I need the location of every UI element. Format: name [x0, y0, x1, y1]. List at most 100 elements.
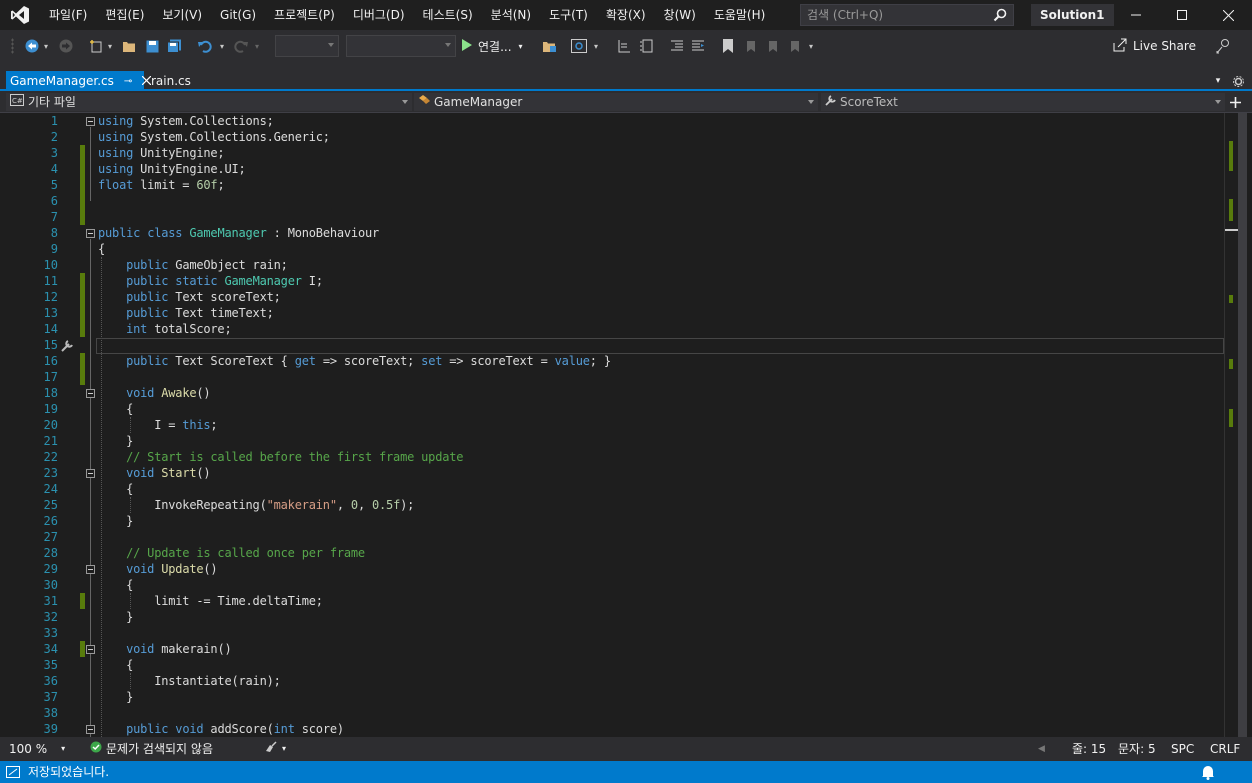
start-debugging-button[interactable]: 연결... ▾: [462, 35, 523, 57]
bookmark-icon[interactable]: [720, 37, 736, 55]
class-dropdown[interactable]: GameManager: [414, 93, 818, 111]
zoom-dropdown[interactable]: 100 % ▾: [9, 737, 67, 761]
forward-icon[interactable]: [58, 37, 74, 55]
tab-gamemanager-cs[interactable]: GameManager.cs ⊸: [6, 71, 152, 91]
back-dropdown-icon[interactable]: ▾: [42, 37, 50, 55]
code-line: public Text ScoreText { get => scoreText…: [126, 354, 611, 368]
code-editor[interactable]: 1 2 3 4 5 6 7 8 9 10 11 12 13 14 15 16 17 18 19 20 21 22 23 24 2…: [0, 113, 1252, 737]
next-bookmark-icon[interactable]: [764, 37, 780, 55]
collapse-toggle[interactable]: [86, 725, 95, 734]
menu-item-8[interactable]: 도구(T): [540, 0, 597, 30]
collapse-toggle[interactable]: [86, 469, 95, 478]
solution-name[interactable]: Solution1: [1031, 4, 1114, 26]
outdent-icon[interactable]: [669, 37, 685, 55]
undo-icon[interactable]: [197, 37, 213, 55]
new-project-icon[interactable]: [88, 37, 104, 55]
line-number: 2: [50, 130, 58, 144]
undo-dropdown-icon[interactable]: ▾: [218, 37, 226, 55]
line-number: 38: [43, 706, 58, 720]
search-placeholder: 검색 (Ctrl+Q): [807, 8, 884, 22]
new-dropdown-icon[interactable]: ▾: [106, 37, 114, 55]
column-indicator[interactable]: 문자: 5: [1118, 737, 1156, 761]
toolbar-grip[interactable]: [11, 38, 14, 54]
collapse-toggle[interactable]: [86, 229, 95, 238]
csharp-file-icon: C#: [10, 93, 24, 111]
search-input[interactable]: 검색 (Ctrl+Q): [800, 4, 1014, 26]
menu-item-5[interactable]: 디버그(D): [344, 0, 414, 30]
redo-dropdown-icon[interactable]: ▾: [253, 37, 261, 55]
solution-explorer-icon[interactable]: [541, 37, 559, 55]
platform-dropdown[interactable]: [346, 35, 456, 57]
menu-item-1[interactable]: 편집(E): [96, 0, 153, 30]
collapse-toggle[interactable]: [86, 565, 95, 574]
back-icon[interactable]: [24, 37, 40, 55]
line-indicator[interactable]: 줄: 15: [1072, 737, 1106, 761]
menu-item-6[interactable]: 테스트(S): [414, 0, 482, 30]
indent-icon[interactable]: [690, 37, 706, 55]
quick-action-icon[interactable]: [60, 339, 76, 356]
configuration-dropdown[interactable]: [275, 35, 339, 57]
visual-studio-logo-icon[interactable]: [0, 0, 40, 30]
feedback-icon[interactable]: [1214, 37, 1232, 55]
line-number: 24: [43, 482, 58, 496]
collapse-toggle[interactable]: [86, 389, 95, 398]
zoom-label: 100 %: [9, 742, 48, 756]
format-document-icon[interactable]: [638, 37, 654, 55]
whitespace-indicator[interactable]: SPC: [1171, 737, 1194, 761]
code-line: {: [98, 482, 134, 496]
toolbar-overflow-icon[interactable]: ▾: [806, 37, 816, 55]
menu-item-2[interactable]: 보기(V): [153, 0, 211, 30]
save-icon[interactable]: [144, 37, 160, 55]
step-into-icon[interactable]: [616, 37, 632, 55]
code-cleanup-button[interactable]: ▾: [264, 737, 286, 761]
code-line: void Start(): [126, 466, 211, 480]
toolbar: ▾ ▾ ▾ ▾ 연결... ▾ ▾ ▾ Live Share: [0, 30, 1252, 62]
project-dropdown[interactable]: C# 기타 파일: [6, 93, 412, 111]
menu-item-0[interactable]: 파일(F): [40, 0, 96, 30]
maximize-button[interactable]: [1159, 0, 1205, 30]
code-line: using System.Collections.Generic;: [98, 130, 330, 144]
code-line: {: [98, 658, 134, 672]
prev-bookmark-icon[interactable]: [742, 37, 758, 55]
minimize-button[interactable]: [1113, 0, 1159, 30]
settings-gear-icon[interactable]: [1232, 72, 1244, 90]
notifications-bell-icon[interactable]: [1201, 764, 1215, 783]
vertical-scrollbar[interactable]: [1224, 113, 1252, 737]
issues-indicator[interactable]: 문제가 검색되지 않음: [90, 737, 213, 761]
menu-item-10[interactable]: 창(W): [655, 0, 705, 30]
status-bar: 저장되었습니다.: [0, 761, 1252, 783]
code-line: Instantiate(rain);: [98, 674, 281, 688]
menu-item-7[interactable]: 분석(N): [482, 0, 540, 30]
line-number: 29: [43, 562, 58, 576]
play-icon: [462, 38, 472, 54]
menu-item-9[interactable]: 확장(X): [597, 0, 655, 30]
tab-list-dropdown-icon[interactable]: ▾: [1213, 72, 1223, 90]
change-map-mark: [1229, 141, 1233, 171]
live-share-button[interactable]: Live Share: [1113, 37, 1196, 55]
collapse-toggle[interactable]: [86, 645, 95, 654]
open-folder-icon[interactable]: [121, 37, 137, 55]
change-indicator: [80, 593, 85, 609]
clear-bookmarks-icon[interactable]: [786, 37, 802, 55]
menu-item-3[interactable]: Git(G): [211, 0, 265, 30]
output-window-icon[interactable]: [6, 766, 20, 781]
code-line: public class GameManager : MonoBehaviour: [98, 226, 380, 240]
save-all-icon[interactable]: [166, 37, 182, 55]
line-ending-indicator[interactable]: CRLF: [1210, 737, 1240, 761]
member-dropdown[interactable]: ScoreText: [821, 93, 1225, 111]
code-line: public GameObject rain;: [126, 258, 288, 272]
preview-dropdown-icon[interactable]: ▾: [592, 37, 600, 55]
redo-icon[interactable]: [232, 37, 248, 55]
preview-icon[interactable]: [570, 37, 588, 55]
tab-rain-cs[interactable]: rain.cs: [147, 71, 207, 91]
pin-icon[interactable]: ⊸: [124, 76, 132, 87]
split-window-icon[interactable]: [1229, 93, 1241, 111]
menu-item-11[interactable]: 도움말(H): [705, 0, 775, 30]
scroll-left-icon[interactable]: ◀: [1038, 737, 1045, 761]
scroll-thumb[interactable]: [1238, 113, 1247, 737]
code-line: float limit = 60f;: [98, 178, 225, 192]
tab-label: rain.cs: [151, 74, 191, 88]
collapse-toggle[interactable]: [86, 117, 95, 126]
menu-item-4[interactable]: 프로젝트(P): [265, 0, 344, 30]
close-button[interactable]: [1205, 0, 1251, 30]
